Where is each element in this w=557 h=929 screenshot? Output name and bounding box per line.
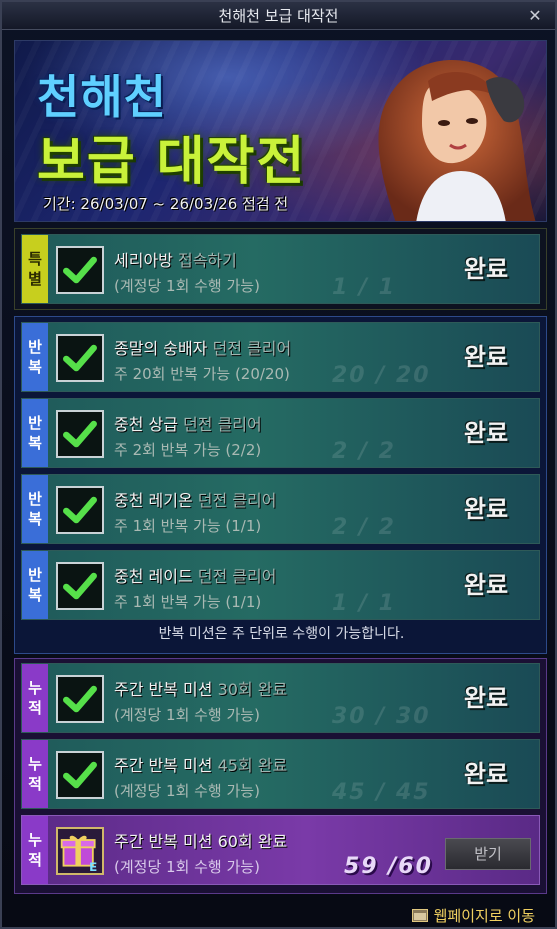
complete-status: 완료 (463, 255, 509, 283)
event-banner: 천해천 보급 대작전 기간: 26/03/07 ~ 26/03/26 점검 전 (14, 40, 547, 222)
close-button[interactable]: ✕ (525, 6, 545, 26)
mission-name: 중천 상급 던전 클리어 (114, 415, 262, 434)
check-icon (56, 486, 104, 534)
mission-row: 누적 주간 반복 미션 45회 완료 (계정당 1회 수행 가능) 45 / 4… (21, 739, 540, 809)
mission-progress: 20 / 20 (332, 363, 431, 388)
mission-row: 특 별 세리아방 접속하기 (계정당 1회 수행 가능) 1 / 1 완료 (21, 234, 540, 304)
mission-name: 중천 레이드 던전 클리어 (114, 567, 277, 586)
complete-status: 완료 (463, 760, 509, 788)
mission-progress: 45 / 45 (332, 780, 431, 805)
window-icon (411, 908, 428, 922)
check-icon (56, 751, 104, 799)
mission-row: 누적 E 주간 반복 미션 60회 완료 (계정당 1회 수행 가능) 59 /… (21, 815, 540, 885)
mission-tag: 특 별 (22, 235, 48, 303)
check-icon (56, 246, 104, 294)
mission-name: 주간 반복 미션 30회 완료 (114, 680, 288, 699)
repeat-missions: 반복 종말의 숭배자 던전 클리어 주 20회 반복 가능 (20/20) 20… (14, 316, 547, 654)
mission-limit: 주 1회 반복 가능 (1/1) (114, 517, 262, 535)
repeat-notice: 반복 미션은 주 단위로 수행이 가능합니다. (158, 626, 405, 642)
mission-tag: 반복 (22, 399, 48, 467)
mission-tag: 반복 (22, 551, 48, 619)
character-illustration (378, 60, 536, 221)
window-title: 천해천 보급 대작전 (2, 2, 555, 30)
banner-title-line1: 천해천 (37, 70, 167, 124)
mission-progress: 1 / 1 (332, 275, 396, 300)
mission-row: 반복 중천 레기온 던전 클리어 주 1회 반복 가능 (1/1) 2 / 2 … (21, 474, 540, 544)
mission-name: 세리아방 접속하기 (114, 251, 237, 270)
mission-limit: (계정당 1회 수행 가능) (114, 706, 260, 724)
mission-progress: 2 / 2 (332, 515, 396, 540)
mission-name: 중천 레기온 던전 클리어 (114, 491, 277, 510)
mission-row: 반복 중천 상급 던전 클리어 주 2회 반복 가능 (2/2) 2 / 2 완… (21, 398, 540, 468)
event-window: 천해천 보급 대작전 ✕ 천해천 보급 대작전 기간: 26/03/07 ~ 2… (0, 0, 557, 929)
complete-status: 완료 (463, 343, 509, 371)
complete-status: 완료 (463, 571, 509, 599)
mission-limit: 주 1회 반복 가능 (1/1) (114, 593, 262, 611)
check-icon (56, 334, 104, 382)
mission-limit: (계정당 1회 수행 가능) (114, 782, 260, 800)
mission-limit: 주 20회 반복 가능 (20/20) (114, 365, 290, 383)
mission-name: 종말의 숭배자 던전 클리어 (114, 339, 292, 358)
mission-limit: (계정당 1회 수행 가능) (114, 277, 260, 295)
mission-progress: 59 /60 (344, 854, 433, 879)
mission-row: 반복 종말의 숭배자 던전 클리어 주 20회 반복 가능 (20/20) 20… (21, 322, 540, 392)
mission-progress: 1 / 1 (332, 591, 396, 616)
reward-box-icon: E (56, 827, 104, 875)
mission-tag: 누적 (22, 816, 48, 884)
accumulated-missions: 누적 주간 반복 미션 30회 완료 (계정당 1회 수행 가능) 30 / 3… (14, 658, 547, 894)
event-period: 기간: 26/03/07 ~ 26/03/26 점검 전 (43, 195, 289, 213)
complete-status: 완료 (463, 684, 509, 712)
check-icon (56, 410, 104, 458)
complete-status: 완료 (463, 419, 509, 447)
mission-tag: 누적 (22, 740, 48, 808)
webpage-link[interactable]: 웹페이지로 이동 (411, 904, 535, 926)
svg-text:E: E (89, 860, 97, 874)
banner-title-line2: 보급 대작전 (37, 132, 307, 192)
mission-limit: (계정당 1회 수행 가능) (114, 858, 260, 876)
mission-tag: 반복 (22, 323, 48, 391)
mission-limit: 주 2회 반복 가능 (2/2) (114, 441, 262, 459)
check-icon (56, 562, 104, 610)
mission-row: 반복 중천 레이드 던전 클리어 주 1회 반복 가능 (1/1) 1 / 1 … (21, 550, 540, 620)
mission-progress: 2 / 2 (332, 439, 396, 464)
mission-progress: 30 / 30 (332, 704, 431, 729)
mission-name: 주간 반복 미션 45회 완료 (114, 756, 288, 775)
special-missions: 특 별 세리아방 접속하기 (계정당 1회 수행 가능) 1 / 1 완료 (14, 228, 547, 310)
mission-tag: 반복 (22, 475, 48, 543)
complete-status: 완료 (463, 495, 509, 523)
mission-tag: 누적 (22, 664, 48, 732)
webpage-link-label: 웹페이지로 이동 (433, 906, 535, 925)
check-icon (56, 675, 104, 723)
receive-button[interactable]: 받기 (445, 838, 531, 870)
mission-name: 주간 반복 미션 60회 완료 (114, 832, 288, 851)
mission-row: 누적 주간 반복 미션 30회 완료 (계정당 1회 수행 가능) 30 / 3… (21, 663, 540, 733)
